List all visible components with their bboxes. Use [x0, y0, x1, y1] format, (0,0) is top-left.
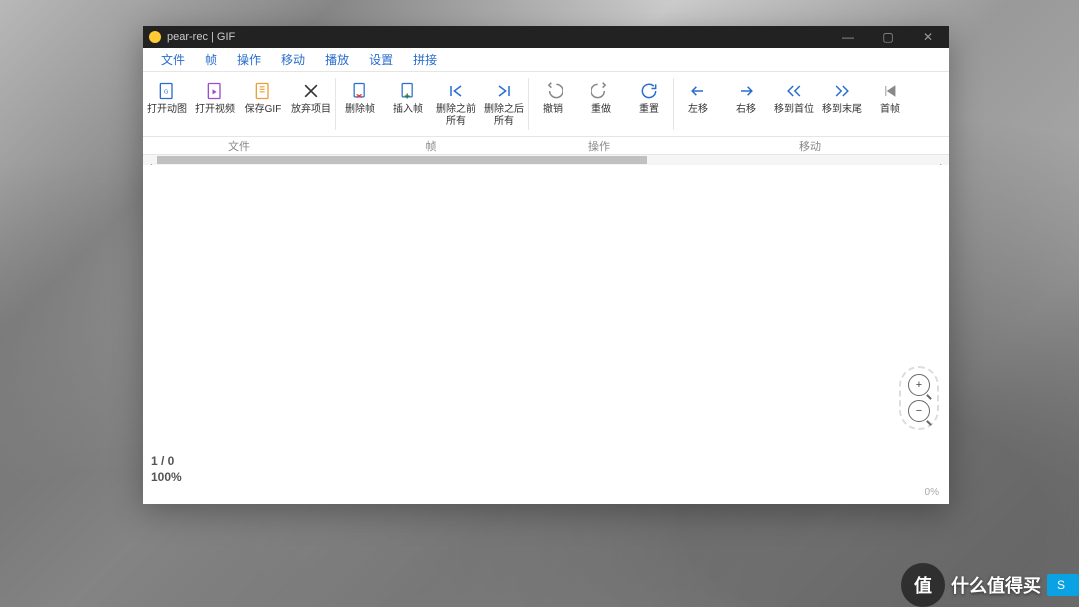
undo-icon: [542, 80, 564, 102]
arrow-right-icon: [735, 80, 757, 102]
delete-frame-button[interactable]: 删除帧: [336, 76, 384, 132]
group-label-file: 文件: [143, 138, 335, 154]
chevrons-left-icon: [783, 80, 805, 102]
move-to-first-button[interactable]: 移到首位: [770, 76, 818, 132]
save-gif-button[interactable]: 保存GIF: [239, 76, 287, 132]
group-label-move: 移动: [671, 138, 949, 154]
open-video-button[interactable]: 打开视频: [191, 76, 239, 132]
toolbar-group-frame: 删除帧 插入帧 删除之前所有 删除之后所有: [336, 72, 528, 136]
menu-play[interactable]: 播放: [315, 51, 359, 68]
file-add-icon: [397, 80, 419, 102]
maximize-button[interactable]: ▢: [873, 30, 903, 44]
file-video-icon: [204, 80, 226, 102]
menu-settings[interactable]: 设置: [359, 51, 403, 68]
delete-after-button[interactable]: 删除之后所有: [480, 76, 528, 132]
toolbar: G 打开动图 打开视频 保存GIF 放弃项目: [143, 72, 949, 137]
zoom-in-button[interactable]: +: [908, 374, 930, 396]
frame-counter: 1 / 0: [151, 454, 182, 470]
titlebar[interactable]: pear-rec | GIF — ▢ ✕: [143, 26, 949, 48]
zoom-level: 100%: [151, 470, 182, 486]
zoom-controls: + −: [899, 366, 939, 430]
menu-file[interactable]: 文件: [151, 51, 195, 68]
preview-canvas: [143, 165, 949, 504]
menu-frame[interactable]: 帧: [195, 51, 227, 68]
timeline-strip[interactable]: [143, 155, 949, 165]
arrow-left-icon: [687, 80, 709, 102]
group-label-operate: 操作: [527, 138, 671, 154]
watermark-logo: 值: [901, 563, 945, 607]
file-gif-icon: G: [156, 80, 178, 102]
close-button[interactable]: ✕: [913, 30, 943, 44]
status-bar: 1 / 0 100%: [151, 454, 182, 485]
move-to-last-button[interactable]: 移到末尾: [818, 76, 866, 132]
minimize-button[interactable]: —: [833, 30, 863, 44]
app-icon: [149, 31, 161, 43]
discard-project-button[interactable]: 放弃项目: [287, 76, 335, 132]
save-icon: [252, 80, 274, 102]
delete-before-button[interactable]: 删除之前所有: [432, 76, 480, 132]
zoom-out-button[interactable]: −: [908, 400, 930, 422]
app-window: pear-rec | GIF — ▢ ✕ 文件 帧 操作 移动 播放 设置 拼接…: [143, 26, 949, 504]
watermark: 值 什么值得买 S: [901, 563, 1079, 607]
group-labels-row: 文件 帧 操作 移动: [143, 137, 949, 155]
open-animation-button[interactable]: G 打开动图: [143, 76, 191, 132]
move-right-button[interactable]: 右移: [722, 76, 770, 132]
toolbar-group-operate: 撤销 重做 重置: [529, 72, 673, 136]
insert-frame-button[interactable]: 插入帧: [384, 76, 432, 132]
menu-splice[interactable]: 拼接: [403, 51, 447, 68]
toolbar-group-move: 左移 右移 移到首位 移到末尾: [674, 72, 914, 136]
skip-back-icon: [879, 80, 901, 102]
skip-first-icon: [445, 80, 467, 102]
menu-operate[interactable]: 操作: [227, 51, 271, 68]
move-left-button[interactable]: 左移: [674, 76, 722, 132]
watermark-text: 什么值得买: [951, 572, 1041, 598]
file-delete-icon: [349, 80, 371, 102]
timeline-bar[interactable]: [157, 156, 647, 164]
close-x-icon: [300, 80, 322, 102]
undo-button[interactable]: 撤销: [529, 76, 577, 132]
skip-last-icon: [493, 80, 515, 102]
menu-move[interactable]: 移动: [271, 51, 315, 68]
watermark-tag: S: [1047, 574, 1079, 596]
svg-text:G: G: [164, 90, 169, 96]
reset-button[interactable]: 重置: [625, 76, 673, 132]
refresh-icon: [638, 80, 660, 102]
window-title: pear-rec | GIF: [167, 31, 833, 43]
first-frame-button[interactable]: 首帧: [866, 76, 914, 132]
redo-button[interactable]: 重做: [577, 76, 625, 132]
redo-icon: [590, 80, 612, 102]
toolbar-group-file: G 打开动图 打开视频 保存GIF 放弃项目: [143, 72, 335, 136]
progress-indicator: 0%: [925, 487, 939, 498]
menubar: 文件 帧 操作 移动 播放 设置 拼接: [143, 48, 949, 72]
chevrons-right-icon: [831, 80, 853, 102]
group-label-frame: 帧: [335, 138, 527, 154]
